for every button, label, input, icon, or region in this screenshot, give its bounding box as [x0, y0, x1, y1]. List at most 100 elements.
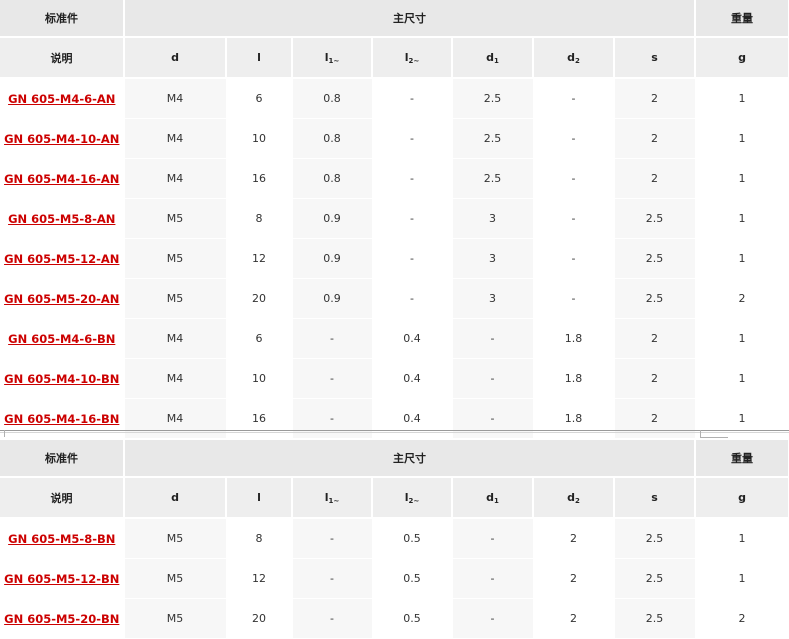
header-d1: d1	[452, 477, 534, 519]
header-s: s	[614, 477, 696, 519]
header-row-columns: 说明 d l l1~ l2~ d1 d2 s g	[0, 37, 789, 79]
table-row: GN 605-M5-20-BN M5 20-0.5-2 2.5 2	[0, 598, 789, 639]
cell-l: 8	[226, 198, 293, 239]
cell-d1: -	[452, 318, 534, 359]
cell-l1: 0.8	[292, 158, 373, 199]
cell-d: M4	[124, 118, 227, 159]
cell-l1: -	[292, 318, 373, 359]
cell-s: 2.5	[614, 238, 696, 279]
header-row-groups: 标准件 主尺寸 重量	[0, 440, 789, 478]
header-d2: d2	[533, 477, 615, 519]
cell-l: 8	[226, 518, 293, 559]
cell-l: 10	[226, 118, 293, 159]
cell-l: 12	[226, 238, 293, 279]
part-cell: GN 605-M4-6-BN	[0, 318, 125, 359]
cell-l: 6	[226, 78, 293, 119]
header-description: 说明	[0, 477, 125, 519]
cell-s: 2	[614, 158, 696, 199]
cell-d1: 2.5	[452, 118, 534, 159]
header-row-columns: 说明 d l l1~ l2~ d1 d2 s g	[0, 477, 789, 519]
cell-s: 2.5	[614, 278, 696, 319]
part-cell: GN 605-M5-20-AN	[0, 278, 125, 319]
cell-d: M4	[124, 318, 227, 359]
part-number-link[interactable]: GN 605-M5-8-BN	[8, 532, 115, 546]
cell-d: M5	[124, 238, 227, 279]
part-cell: GN 605-M5-8-BN	[0, 518, 125, 559]
part-number-link[interactable]: GN 605-M5-8-AN	[8, 212, 115, 226]
cell-s: 2	[614, 78, 696, 119]
part-number-link[interactable]: GN 605-M5-12-AN	[4, 252, 119, 266]
spec-table-1: 标准件 主尺寸 重量 说明 d l l1~ l2~ d1 d2 s g GN 6…	[0, 0, 789, 439]
header-weight: 重量	[695, 440, 789, 478]
cell-d1: -	[452, 518, 534, 559]
cell-l1: -	[292, 358, 373, 399]
part-cell: GN 605-M5-12-BN	[0, 558, 125, 599]
cell-g: 1	[695, 358, 789, 399]
part-number-link[interactable]: GN 605-M4-10-AN	[4, 132, 119, 146]
part-cell: GN 605-M4-10-BN	[0, 358, 125, 399]
cell-d: M4	[124, 358, 227, 399]
cell-l2: -	[372, 78, 453, 119]
spec-table-2: 标准件 主尺寸 重量 说明 d l l1~ l2~ d1 d2 s g GN 6…	[0, 440, 789, 639]
cell-l2: -	[372, 278, 453, 319]
cell-s: 2.5	[614, 598, 696, 639]
cell-l2: -	[372, 238, 453, 279]
cell-g: 1	[695, 78, 789, 119]
part-cell: GN 605-M5-8-AN	[0, 198, 125, 239]
cell-d1: -	[452, 558, 534, 599]
cell-l1: 0.9	[292, 278, 373, 319]
cell-d1: 3	[452, 278, 534, 319]
cell-l1: 0.9	[292, 198, 373, 239]
cell-l1: 0.9	[292, 238, 373, 279]
part-number-link[interactable]: GN 605-M5-12-BN	[4, 572, 119, 586]
cell-d1: 3	[452, 238, 534, 279]
cell-g: 1	[695, 318, 789, 359]
cell-d: M5	[124, 518, 227, 559]
part-number-link[interactable]: GN 605-M5-20-BN	[4, 612, 119, 626]
part-number-link[interactable]: GN 605-M4-16-AN	[4, 172, 119, 186]
part-number-link[interactable]: GN 605-M4-10-BN	[4, 372, 119, 386]
cell-s: 2.5	[614, 558, 696, 599]
cell-d1: 3	[452, 198, 534, 239]
part-number-link[interactable]: GN 605-M5-20-AN	[4, 292, 119, 306]
cell-d: M4	[124, 78, 227, 119]
table-row: GN 605-M4-16-AN M4 16 0.8-2.5-2 1	[0, 158, 789, 199]
header-s: s	[614, 37, 696, 79]
table-row: GN 605-M4-10-AN M4 10 0.8-2.5-2 1	[0, 118, 789, 159]
cell-d: M4	[124, 158, 227, 199]
cell-l: 6	[226, 318, 293, 359]
cell-d2: -	[533, 198, 615, 239]
table-row: GN 605-M5-12-AN M5 12 0.9-3-2.5 1	[0, 238, 789, 279]
cell-d: M5	[124, 598, 227, 639]
cell-d2: 2	[533, 598, 615, 639]
header-d1: d1	[452, 37, 534, 79]
cell-d2: -	[533, 158, 615, 199]
table-1-body: GN 605-M4-6-AN M4 6 0.8-2.5-2 1 GN 605-M4-10-…	[0, 78, 789, 439]
cell-g: 1	[695, 558, 789, 599]
cell-l1: 0.8	[292, 118, 373, 159]
table-row: GN 605-M4-6-BN M4 6-0.4-1.8 2 1	[0, 318, 789, 359]
table-2-body: GN 605-M5-8-BN M5 8-0.5-2 2.5 1 GN 605-M5-12-…	[0, 518, 789, 639]
header-standard: 标准件	[0, 440, 125, 478]
header-description: 说明	[0, 37, 125, 79]
cell-l1: -	[292, 558, 373, 599]
part-cell: GN 605-M4-16-AN	[0, 158, 125, 199]
cell-d1: -	[452, 358, 534, 399]
cell-d1: 2.5	[452, 78, 534, 119]
header-weight: 重量	[695, 0, 789, 38]
cell-l: 10	[226, 358, 293, 399]
part-number-link[interactable]: GN 605-M4-6-BN	[8, 332, 115, 346]
part-number-link[interactable]: GN 605-M4-16-BN	[4, 412, 119, 426]
table-row: GN 605-M5-12-BN M5 12-0.5-2 2.5 1	[0, 558, 789, 599]
cell-s: 2	[614, 318, 696, 359]
cell-l2: 0.5	[372, 598, 453, 639]
part-number-link[interactable]: GN 605-M4-6-AN	[8, 92, 115, 106]
table-separator	[0, 428, 789, 440]
cell-l2: 0.4	[372, 358, 453, 399]
cell-s: 2.5	[614, 518, 696, 559]
cell-g: 1	[695, 158, 789, 199]
header-d2: d2	[533, 37, 615, 79]
cell-l1: 0.8	[292, 78, 373, 119]
table-row: GN 605-M5-8-AN M5 8 0.9-3-2.5 1	[0, 198, 789, 239]
cell-d2: 1.8	[533, 358, 615, 399]
